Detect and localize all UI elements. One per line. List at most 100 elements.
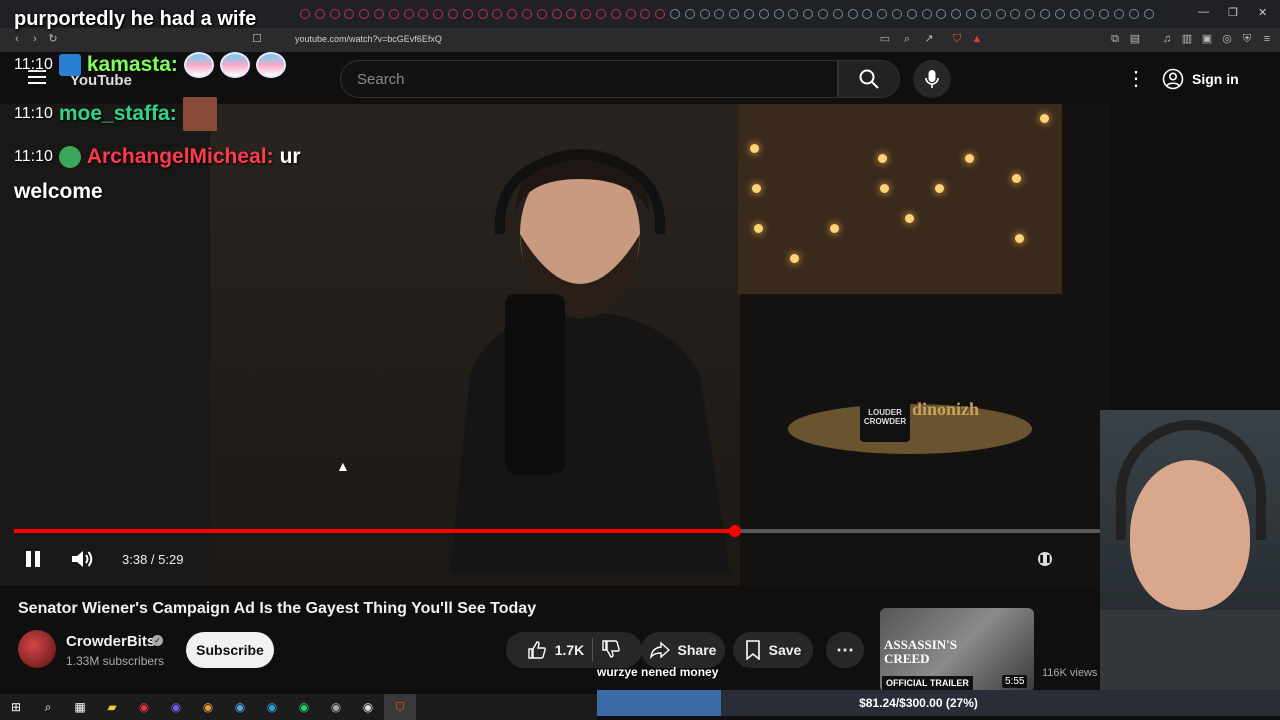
browser-tab[interactable] bbox=[566, 9, 577, 19]
browser-tab[interactable] bbox=[344, 9, 355, 19]
browser-tab[interactable] bbox=[699, 9, 710, 19]
bookmark-icon[interactable]: ☐ bbox=[250, 32, 264, 46]
browser-tab[interactable] bbox=[906, 9, 917, 19]
browser-tab[interactable] bbox=[1025, 9, 1036, 19]
browser-tab[interactable] bbox=[448, 9, 458, 19]
browser-tab[interactable] bbox=[433, 9, 444, 19]
browser-tab[interactable] bbox=[877, 9, 888, 19]
browser-tab[interactable] bbox=[995, 9, 1006, 19]
browser-tab[interactable] bbox=[492, 9, 503, 19]
browser-tab[interactable] bbox=[1069, 9, 1080, 19]
search-input[interactable] bbox=[341, 61, 837, 97]
reader-icon[interactable]: ▥ bbox=[1180, 32, 1194, 46]
minimize-icon[interactable]: — bbox=[1198, 6, 1209, 18]
browser-tab[interactable] bbox=[818, 9, 828, 19]
media-icon[interactable]: ♫ bbox=[1160, 32, 1174, 46]
like-button[interactable]: 1.7K bbox=[527, 640, 584, 660]
file-explorer-icon[interactable]: ▰ bbox=[96, 694, 128, 720]
wallet-icon[interactable]: ▣ bbox=[1200, 32, 1214, 46]
browser-tab[interactable] bbox=[655, 9, 666, 19]
scrubber-handle[interactable] bbox=[728, 525, 741, 537]
shield-icon[interactable]: ⛨ bbox=[1240, 32, 1254, 46]
search-box[interactable] bbox=[340, 60, 838, 98]
browser-tab[interactable] bbox=[403, 9, 414, 19]
app-icon[interactable]: ◉ bbox=[128, 694, 160, 720]
browser-tab[interactable] bbox=[640, 9, 651, 19]
browser-tab[interactable] bbox=[951, 9, 962, 19]
menu-icon[interactable]: ≡ bbox=[1260, 32, 1274, 46]
chrome-icon[interactable]: ◉ bbox=[192, 694, 224, 720]
browser-tab[interactable] bbox=[418, 9, 429, 19]
browser-tab[interactable] bbox=[684, 9, 695, 19]
zoom-icon[interactable]: ⌕ bbox=[900, 32, 914, 46]
steam-icon[interactable]: ◉ bbox=[224, 694, 256, 720]
browser-tab[interactable] bbox=[388, 9, 399, 19]
browser-tab[interactable] bbox=[536, 9, 547, 19]
browser-tab[interactable] bbox=[522, 9, 532, 19]
share-button[interactable]: Share bbox=[641, 632, 725, 668]
url-text[interactable]: youtube.com/watch?v=bcGEvf6EfxQ bbox=[295, 34, 442, 44]
voice-search-button[interactable] bbox=[913, 60, 951, 98]
cast-icon[interactable]: ▭ bbox=[878, 32, 892, 46]
browser-tab[interactable] bbox=[374, 9, 384, 19]
channel-name[interactable]: CrowderBits bbox=[66, 633, 155, 650]
app-icon[interactable]: ◉ bbox=[320, 694, 352, 720]
back-icon[interactable]: ‹ bbox=[10, 32, 24, 46]
spotify-icon[interactable]: ◉ bbox=[288, 694, 320, 720]
browser-tab[interactable] bbox=[551, 9, 562, 19]
browser-tab[interactable] bbox=[966, 9, 976, 19]
browser-tab[interactable] bbox=[729, 9, 740, 19]
save-button[interactable]: Save bbox=[733, 632, 813, 668]
browser-tab[interactable] bbox=[359, 9, 370, 19]
browser-tab[interactable] bbox=[507, 9, 518, 19]
browser-tab[interactable] bbox=[744, 9, 754, 19]
browser-tab[interactable] bbox=[758, 9, 769, 19]
browser-tab[interactable] bbox=[892, 9, 902, 19]
share-page-icon[interactable]: ↗ bbox=[922, 32, 936, 46]
edge-icon[interactable]: ◉ bbox=[256, 694, 288, 720]
browser-tab[interactable] bbox=[1114, 9, 1124, 19]
browser-tab[interactable] bbox=[773, 9, 784, 19]
browser-tab[interactable] bbox=[670, 9, 680, 19]
browser-tab[interactable] bbox=[329, 9, 340, 19]
browser-tab[interactable] bbox=[847, 9, 858, 19]
close-icon[interactable]: ✕ bbox=[1258, 6, 1267, 19]
vpn-icon[interactable]: ◎ bbox=[1220, 32, 1234, 46]
browser-tab[interactable] bbox=[936, 9, 947, 19]
browser-tab[interactable] bbox=[803, 9, 814, 19]
browser-tab[interactable] bbox=[477, 9, 488, 19]
address-bar[interactable] bbox=[0, 28, 1280, 52]
brave-shield-icon[interactable]: ⛉ bbox=[950, 32, 964, 46]
channel-avatar[interactable] bbox=[18, 630, 56, 668]
search-button[interactable] bbox=[838, 60, 900, 98]
progress-bar[interactable] bbox=[14, 525, 1106, 537]
miniplayer-icon[interactable]: ❚❚ bbox=[1038, 552, 1052, 566]
browser-tab[interactable] bbox=[300, 9, 310, 19]
browser-tab[interactable] bbox=[1099, 9, 1110, 19]
brave-icon[interactable]: ⛉ bbox=[384, 694, 416, 720]
forward-icon[interactable]: › bbox=[28, 32, 42, 46]
start-icon[interactable]: ⊞ bbox=[0, 694, 32, 720]
more-actions-button[interactable]: ⋯ bbox=[826, 632, 864, 668]
pause-button[interactable] bbox=[22, 548, 44, 570]
more-options-icon[interactable]: ⋮ bbox=[1126, 66, 1146, 92]
volume-button[interactable] bbox=[70, 548, 94, 570]
task-view-icon[interactable]: ▦ bbox=[64, 694, 96, 720]
sidebar-toggle-icon[interactable]: ▤ bbox=[1128, 32, 1142, 46]
browser-tab[interactable] bbox=[1010, 9, 1021, 19]
sign-in-button[interactable]: Sign in bbox=[1162, 62, 1252, 96]
obs-icon[interactable]: ◉ bbox=[352, 694, 384, 720]
browser-tab[interactable] bbox=[714, 9, 725, 19]
subscribe-button[interactable]: Subscribe bbox=[186, 632, 274, 668]
browser-tab[interactable] bbox=[1040, 9, 1050, 19]
video-player[interactable]: LOUDER CROWDER dinonizh ▲ bbox=[0, 104, 1110, 586]
browser-tab[interactable] bbox=[832, 9, 843, 19]
maximize-icon[interactable]: ❐ bbox=[1228, 6, 1238, 19]
browser-tab[interactable] bbox=[1128, 9, 1139, 19]
browser-tab[interactable] bbox=[1084, 9, 1095, 19]
browser-tab[interactable] bbox=[462, 9, 473, 19]
reload-icon[interactable]: ↻ bbox=[46, 32, 60, 46]
browser-tab[interactable] bbox=[1054, 9, 1065, 19]
search-taskbar-icon[interactable]: ⌕ bbox=[32, 694, 64, 720]
extensions-icon[interactable]: ⧉ bbox=[1108, 32, 1122, 46]
